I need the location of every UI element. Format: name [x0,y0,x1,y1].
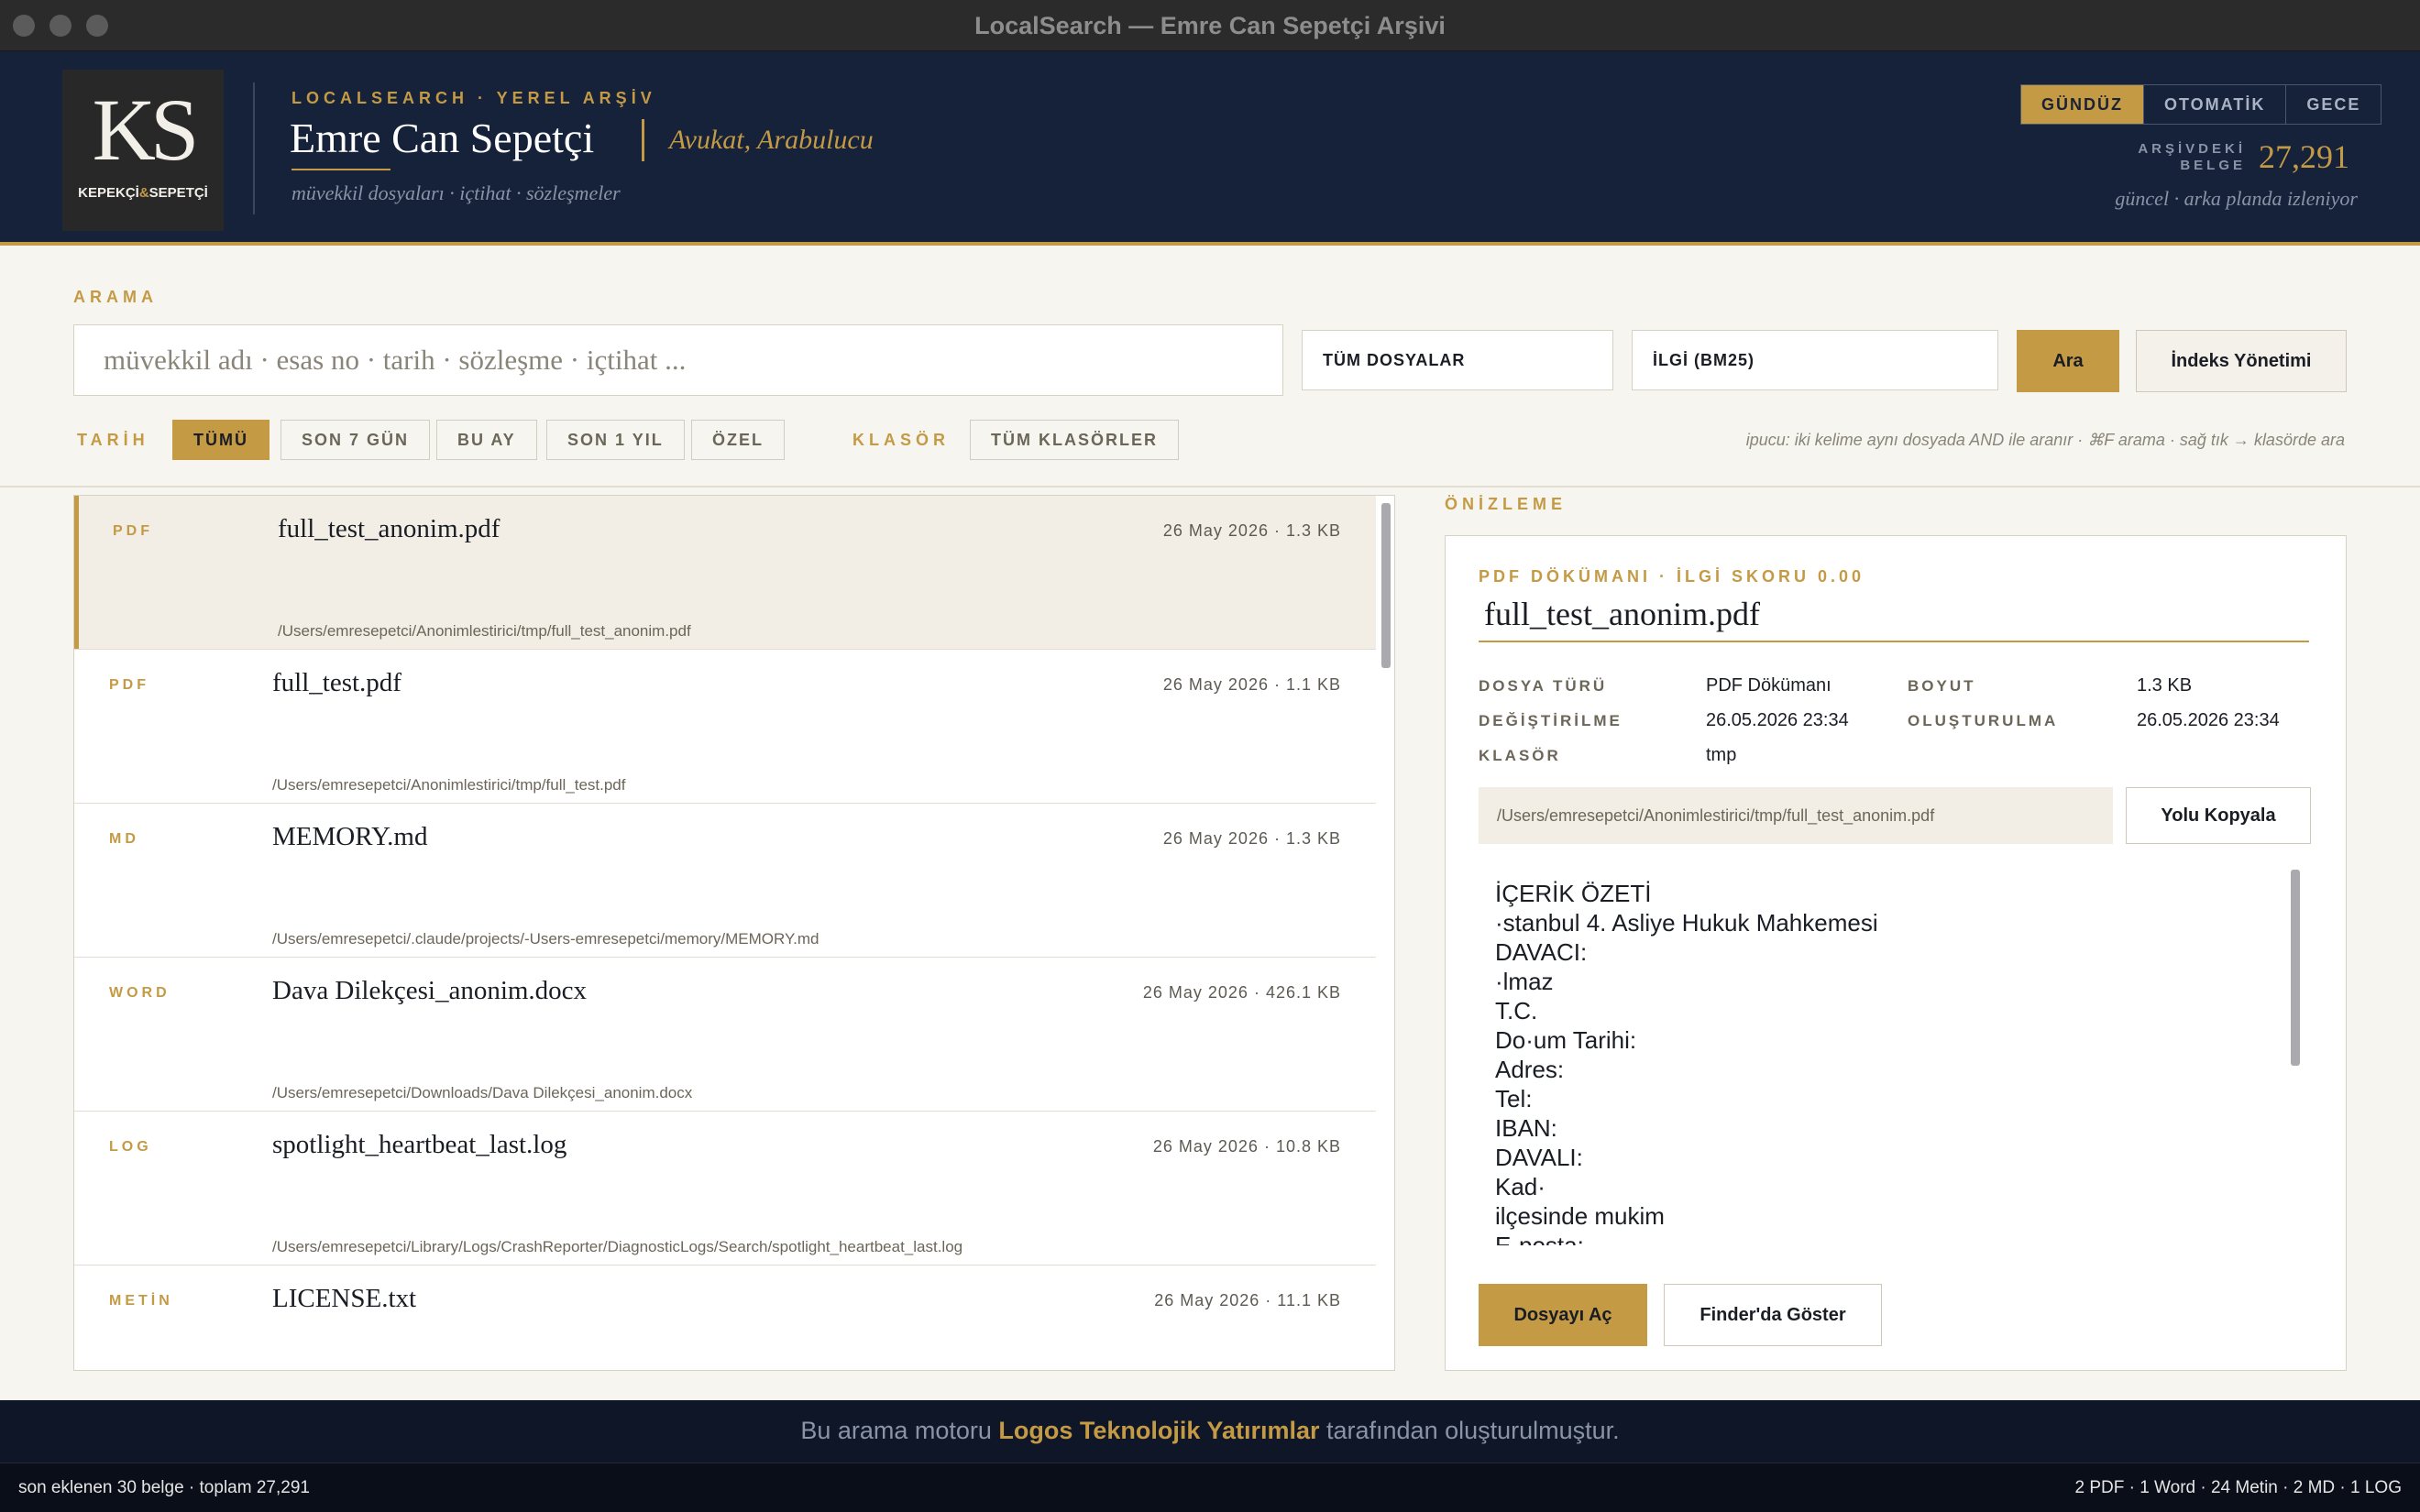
result-type-badge: PDF [113,523,153,539]
credit-brand: Logos Teknolojik Yatırımlar [998,1417,1320,1444]
folder-filter-label: KLASÖR [852,431,950,449]
search-section-label: ARAMA [73,288,158,306]
window-titlebar: LocalSearch — Emre Can Sepetçi Arşivi [0,0,2420,51]
result-meta: 26 May 2026 · 10.8 KB [1152,1137,1341,1156]
result-row[interactable]: PDF full_test_anonim.pdf 26 May 2026 · 1… [74,496,1376,650]
result-meta: 26 May 2026 · 1.3 KB [1162,521,1341,540]
firm-logo: KS KEPEKÇİ&SEPETÇİ [62,70,224,231]
date-filter-label: TARİH [77,431,149,449]
preview-kicker: PDF DÖKÜMANI · İLGİ SKORU 0.00 [1479,567,1865,586]
result-row[interactable]: LOG spotlight_heartbeat_last.log 26 May … [74,1112,1376,1265]
result-row[interactable]: MD MEMORY.md 26 May 2026 · 1.3 KB /Users… [74,804,1376,958]
theme-night-button[interactable]: GECE [2285,85,2381,124]
owner-role: Avukat, Arabulucu [669,125,874,155]
copy-path-button[interactable]: Yolu Kopyala [2126,787,2311,844]
archive-count-value: 27,291 [2259,138,2349,175]
open-file-button[interactable]: Dosyayı Aç [1479,1284,1647,1346]
modified-value: 26.05.2026 23:34 [1706,710,1849,730]
size-label: BOYUT [1908,677,1976,695]
theme-switcher: GÜNDÜZ OTOMATİK GECE [2020,84,2382,125]
status-left: son eklenen 30 belge · toplam 27,291 [18,1478,310,1497]
index-management-button[interactable]: İndeks Yönetimi [2136,330,2347,392]
name-separator [642,119,644,161]
theme-day-button[interactable]: GÜNDÜZ [2021,85,2143,124]
result-row[interactable]: METİN LICENSE.txt 26 May 2026 · 11.1 KB [74,1265,1376,1370]
result-path: /Users/emresepetci/Library/Logs/CrashRep… [272,1238,963,1255]
logo-monogram: KS [92,81,200,179]
date-chip-last-year[interactable]: SON 1 YIL [546,420,685,460]
result-type-badge: PDF [109,677,149,693]
search-hint: ipucu: iki kelime aynı dosyada AND ile a… [1745,431,2345,449]
folder-chip-all[interactable]: TÜM KLASÖRLER [970,420,1179,460]
status-type-counts: 2 PDF · 1 Word · 24 Metin · 2 MD · 1 LOG [2074,1478,2402,1497]
preview-section-label: ÖNİZLEME [1445,495,1567,513]
result-path: /Users/emresepetci/Anonimlestirici/tmp/f… [278,622,691,640]
result-file-name: MEMORY.md [272,822,428,851]
modified-label: DEĞİŞTİRİLME [1479,712,1622,729]
app-kicker: LOCALSEARCH · YEREL ARŞİV [292,89,656,107]
credit-bar: Bu arama motoru Logos Teknolojik Yatırım… [0,1400,2420,1463]
result-type-badge: METİN [109,1293,173,1309]
result-meta: 26 May 2026 · 1.1 KB [1162,675,1341,694]
result-path: /Users/emresepetci/Downloads/Dava Dilekç… [272,1084,693,1101]
result-meta: 26 May 2026 · 11.1 KB [1154,1291,1341,1309]
result-file-name: LICENSE.txt [272,1284,417,1313]
preview-path: /Users/emresepetci/Anonimlestirici/tmp/f… [1479,787,2113,844]
size-value: 1.3 KB [2137,675,2193,696]
results-list: PDF full_test_anonim.pdf 26 May 2026 · 1… [73,495,1395,1371]
owner-name: Emre Can Sepetçi [290,115,595,161]
date-chip-all[interactable]: TÜMÜ [172,420,270,460]
result-path: /Users/emresepetci/.claude/projects/-Use… [272,930,820,948]
result-row[interactable]: WORD Dava Dilekçesi_anonim.docx 26 May 2… [74,958,1376,1112]
result-path: /Users/emresepetci/Anonimlestirici/tmp/f… [272,776,626,794]
date-chip-this-month[interactable]: BU AY [436,420,537,460]
name-underline [292,169,390,170]
scope-select[interactable]: TÜM DOSYALAR [1302,330,1613,390]
search-input[interactable] [73,324,1283,396]
result-file-name: full_test.pdf [272,668,402,697]
result-type-badge: LOG [109,1139,152,1155]
show-in-finder-button[interactable]: Finder'da Göster [1664,1284,1882,1346]
header-divider [253,82,255,214]
folder-value: tmp [1706,745,1737,765]
created-value: 26.05.2026 23:34 [2137,710,2280,730]
file-type-value: PDF Dökümanı [1706,675,1832,696]
preview-content: İÇERİK ÖZETİ ·stanbul 4. Asliye Hukuk Ma… [1495,880,1878,1245]
index-live-status: güncel · arka planda izleniyor [2115,187,2358,210]
status-bar: son eklenen 30 belge · toplam 27,291 2 P… [0,1463,2420,1512]
result-meta: 26 May 2026 · 426.1 KB [1142,983,1341,1002]
theme-auto-button[interactable]: OTOMATİK [2143,85,2285,124]
created-label: OLUŞTURULMA [1908,712,2059,729]
preview-panel: PDF DÖKÜMANI · İLGİ SKORU 0.00 full_test… [1445,535,2347,1371]
file-type-label: DOSYA TÜRÜ [1479,677,1608,695]
result-file-name: Dava Dilekçesi_anonim.docx [272,976,588,1005]
result-file-name: full_test_anonim.pdf [278,514,500,543]
search-button[interactable]: Ara [2017,330,2119,392]
window-title: LocalSearch — Emre Can Sepetçi Arşivi [974,12,1446,39]
preview-title: full_test_anonim.pdf [1484,596,1760,632]
archive-count-label: ARŞİVDEKİ BELGE [2138,141,2246,173]
header-accent-rule [0,242,2420,246]
section-divider [0,486,2420,488]
result-type-badge: WORD [109,985,170,1001]
preview-scrollbar[interactable] [2291,870,2300,1066]
result-row[interactable]: PDF full_test.pdf 26 May 2026 · 1.1 KB /… [74,650,1376,804]
result-meta: 26 May 2026 · 1.3 KB [1162,829,1341,848]
logo-firm-name: KEPEKÇİ&SEPETÇİ [78,185,208,201]
header-subtitle: müvekkil dosyaları · içtihat · sözleşmel… [292,181,621,204]
sort-select[interactable]: İLGİ (BM25) [1632,330,1998,390]
date-chip-custom[interactable]: ÖZEL [691,420,785,460]
preview-title-rule [1479,641,2309,642]
result-file-name: spotlight_heartbeat_last.log [272,1130,567,1159]
result-type-badge: MD [109,831,139,847]
folder-label: KLASÖR [1479,747,1561,764]
date-chip-last-7-days[interactable]: SON 7 GÜN [280,420,431,460]
results-scrollbar[interactable] [1381,503,1391,668]
